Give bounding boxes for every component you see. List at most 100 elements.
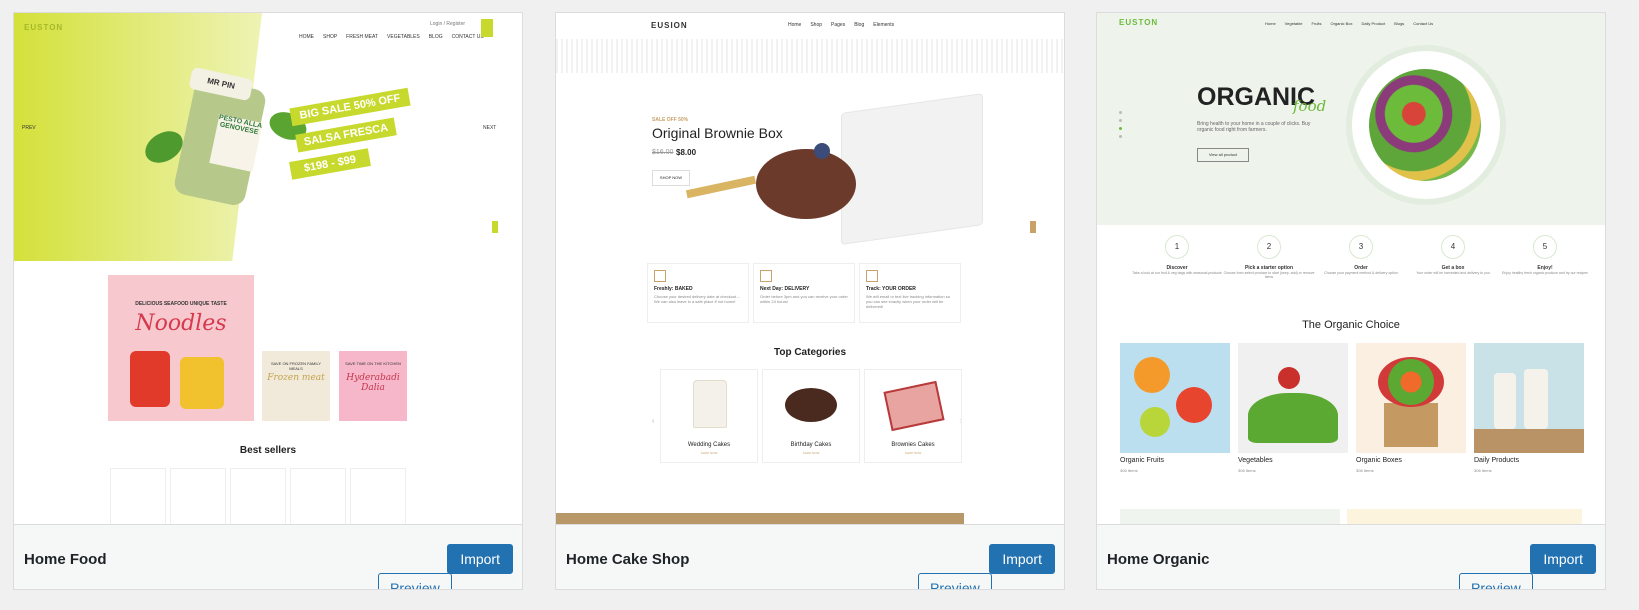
category-card: Wedding Cakes SHOP NOW	[660, 369, 758, 463]
promo-script: Hyderabadi Dalia	[346, 373, 400, 393]
blueberry-image	[814, 143, 830, 159]
preview-nav: Home Shop Pages Blog Elements	[788, 22, 894, 28]
preview-nav: Home Vegetable Fruits Organic Box Daily …	[1265, 21, 1433, 26]
step-item: 3 Order Choose your payment method & del…	[1315, 235, 1407, 275]
organic-fruits-image	[1120, 343, 1230, 453]
product-name: Organic Boxes	[1356, 457, 1402, 464]
theme-card-home-food: EUSTON HOME SHOP FRESH MEAT VEGETABLES B…	[13, 12, 523, 590]
theme-screenshot: EUSTON Home Vegetable Fruits Organic Box…	[1097, 13, 1605, 524]
import-button[interactable]: Import	[989, 544, 1055, 574]
step-text: Choose from select produce to start (kee…	[1223, 271, 1315, 279]
step-text: Enjoy healthy fresh organic produce and …	[1502, 271, 1588, 275]
best-sellers-heading: Best sellers	[239, 445, 297, 456]
step-text: Your order will be harvested and deliver…	[1416, 271, 1490, 275]
login-link: Login / Register	[430, 21, 466, 27]
decorative-strip	[556, 39, 1064, 73]
step-number: 5	[1533, 235, 1557, 259]
theme-screenshot: EUSTON HOME SHOP FRESH MEAT VEGETABLES B…	[14, 13, 522, 524]
product-tile	[350, 468, 406, 524]
promo-caption: SAVE ON FROZEN FAMILY MEALS	[270, 361, 322, 371]
preview-button[interactable]: Preview	[918, 573, 992, 589]
product-tile	[230, 468, 286, 524]
feature-card: Track: YOUR ORDER We will email or text …	[859, 263, 961, 323]
card-footer: Home Food Import Preview	[14, 524, 522, 589]
brownies-cake-image	[883, 380, 945, 432]
product-name: Organic Fruits	[1120, 457, 1164, 464]
noodle-cup-image	[180, 357, 224, 409]
theme-name: Home Organic	[1107, 551, 1210, 568]
preview-button[interactable]: Preview	[378, 573, 452, 589]
hero-script: food	[1293, 97, 1327, 115]
nav-item: Shop	[810, 22, 823, 28]
sale-label: SALE OFF 50%	[652, 117, 689, 123]
theme-card-home-cake-shop: EUSION Home Shop Pages Blog Elements SAL…	[555, 12, 1065, 590]
step-text: Choose your payment method & delivery op…	[1324, 271, 1398, 275]
product-tile	[290, 468, 346, 524]
birthday-cake-image	[785, 388, 837, 422]
shop-now-button: SHOP NOW	[652, 170, 690, 186]
category-link: SHOP NOW	[904, 451, 922, 455]
cake-box-image	[841, 93, 983, 245]
gift-icon	[866, 270, 878, 282]
category-card: Brownies Cakes SHOP NOW	[864, 369, 962, 463]
feature-text: We will email or text live tracking info…	[866, 294, 950, 309]
next-link: NEXT	[483, 125, 497, 131]
hero-headline: Original Brownie Box	[652, 125, 783, 141]
price: $8.00	[676, 148, 697, 157]
promo-script: Noodles	[135, 311, 227, 336]
category-name: Birthday Cakes	[790, 442, 832, 448]
promo-banner	[1347, 509, 1582, 524]
nav-item: BLOG	[428, 34, 443, 40]
site-logo: EUSTON	[1119, 18, 1159, 27]
promo-caption: SAVE TIME ON THE KITCHEN	[345, 361, 401, 366]
preview-nav: HOME SHOP FRESH MEAT VEGETABLES BLOG CON…	[299, 34, 484, 40]
side-tab	[1030, 221, 1036, 233]
import-button[interactable]: Import	[1530, 544, 1596, 574]
product-count: 306 Items	[1120, 468, 1138, 473]
lettuce-image	[1248, 393, 1338, 443]
theme-screenshot: EUSION Home Shop Pages Blog Elements SAL…	[556, 13, 1064, 524]
cart-icon	[481, 19, 493, 37]
preview-button[interactable]: Preview	[1459, 573, 1533, 589]
product-count: 306 Items	[1474, 468, 1492, 473]
product-name: Daily Products	[1474, 457, 1520, 464]
nav-item: Home	[1265, 21, 1276, 26]
card-footer: Home Organic Import Preview	[1097, 524, 1605, 589]
slider-dot	[1119, 127, 1122, 130]
nav-item: Elements	[873, 22, 895, 28]
hero-text: Bring health to your home in a couple of…	[1197, 121, 1311, 133]
step-number: 3	[1349, 235, 1373, 259]
feature-text: Choose your desired delivery date at che…	[654, 294, 740, 304]
feature-title: Track: YOUR ORDER	[866, 286, 916, 292]
lime-image	[1140, 407, 1170, 437]
feature-icon	[654, 270, 666, 282]
nav-item: Home	[788, 22, 802, 28]
step-number: 1	[1165, 235, 1189, 259]
step-number: 4	[1441, 235, 1465, 259]
promo-script: Frozen meat	[267, 373, 325, 383]
step-number: 2	[1257, 235, 1281, 259]
nav-item: HOME	[299, 34, 314, 40]
category-link: SHOP NOW	[802, 451, 820, 455]
card-footer: Home Cake Shop Import Preview	[556, 524, 1064, 589]
decorative-bar	[556, 513, 964, 524]
slider-dot	[1119, 119, 1122, 122]
wedding-cake-image	[693, 380, 727, 428]
feature-title: Next Day: DELIVERY	[760, 286, 810, 292]
categories-heading: Top Categories	[773, 347, 847, 358]
nav-item: Fruits	[1311, 21, 1322, 26]
promo-dalia: SAVE TIME ON THE KITCHEN Hyderabadi Dali…	[339, 351, 407, 421]
product-count: 306 Items	[1238, 468, 1256, 473]
nav-item: Blog	[854, 22, 865, 28]
product-tile	[110, 468, 166, 524]
nav-item: Blogs	[1394, 21, 1405, 26]
feature-card: Freshly: BAKED Choose your desired deliv…	[647, 263, 749, 323]
side-tab	[492, 221, 498, 233]
daily-products-image	[1474, 343, 1584, 453]
nav-item: CONTACT US	[451, 34, 484, 40]
import-button[interactable]: Import	[447, 544, 513, 574]
slider-dot	[1119, 135, 1122, 138]
milk-bottle-image	[1524, 369, 1548, 429]
organic-boxes-image	[1356, 343, 1466, 453]
steps-row: 1 Discover Take a look at our fruit & ve…	[1097, 235, 1605, 301]
